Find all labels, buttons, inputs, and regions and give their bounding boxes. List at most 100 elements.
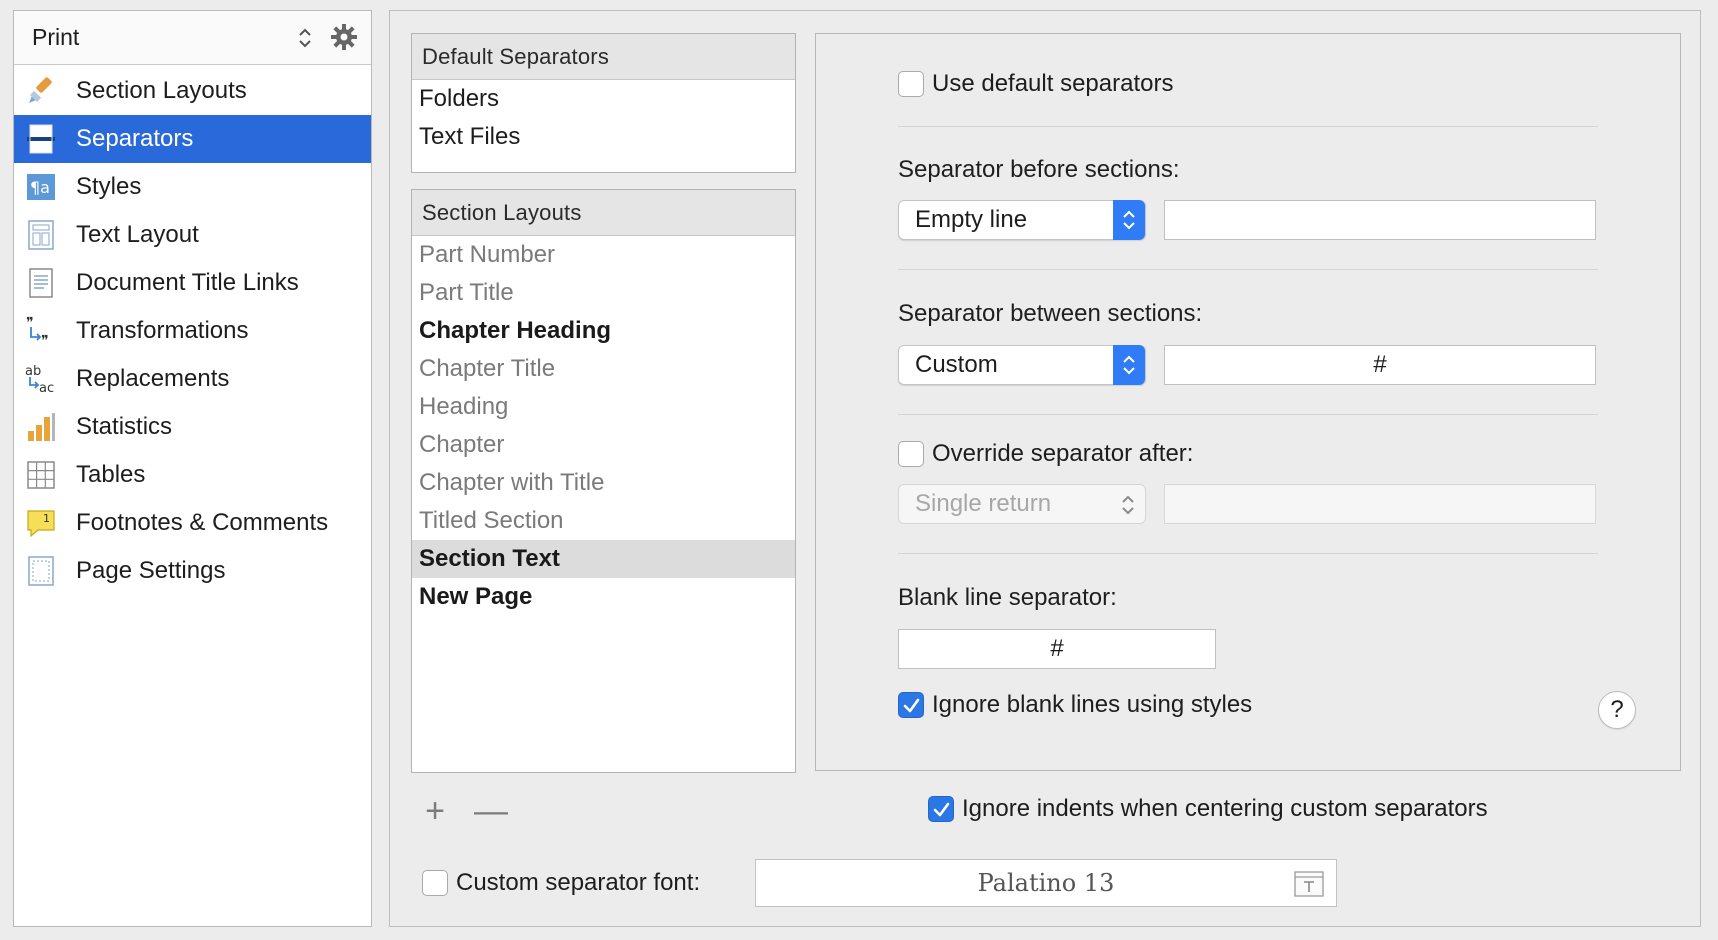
- list-item[interactable]: Chapter Heading: [412, 312, 795, 350]
- divider: [898, 553, 1598, 554]
- sidebar-item-transformations[interactable]: ❞ ❞ Transformations: [14, 307, 371, 355]
- separator-settings: Use default separators Separator before …: [815, 33, 1681, 771]
- ignore-blank-row: Ignore blank lines using styles: [898, 691, 1252, 719]
- sidebar-header: Print: [14, 11, 371, 65]
- chevron-updown-icon: [1122, 495, 1134, 515]
- up-down-chevron-icon[interactable]: [292, 25, 318, 51]
- section-layouts-list: Section Layouts Part Number Part Title C…: [411, 189, 796, 773]
- override-popup[interactable]: Single return: [898, 484, 1146, 524]
- sidebar-item-label: Tables: [76, 461, 146, 488]
- use-default-checkbox[interactable]: [898, 71, 924, 97]
- font-picker-icon[interactable]: [1294, 870, 1324, 898]
- before-field[interactable]: [1164, 200, 1596, 240]
- document-icon: [24, 266, 58, 300]
- override-checkbox[interactable]: [898, 441, 924, 467]
- between-field[interactable]: #: [1164, 345, 1596, 385]
- sidebar-list: Section Layouts Separators ¶a Styles Tex…: [14, 65, 371, 595]
- sidebar-item-label: Text Layout: [76, 221, 199, 248]
- list-item[interactable]: Chapter with Title: [412, 464, 795, 502]
- chevron-updown-icon: [1113, 200, 1145, 240]
- divider: [898, 269, 1598, 270]
- divider: [898, 126, 1598, 127]
- list-item[interactable]: Chapter: [412, 426, 795, 464]
- add-layout-button[interactable]: +: [420, 794, 450, 828]
- use-default-row: Use default separators: [898, 70, 1173, 98]
- main-panel: Default Separators Folders Text Files Se…: [389, 10, 1701, 927]
- default-separators-header: Default Separators: [412, 34, 795, 80]
- list-item[interactable]: Heading: [412, 388, 795, 426]
- replacements-icon: ab ac: [24, 362, 58, 396]
- gear-icon[interactable]: [330, 23, 358, 51]
- custom-font-label: Custom separator font:: [456, 869, 701, 896]
- override-field[interactable]: [1164, 484, 1596, 524]
- list-item[interactable]: New Page: [412, 578, 795, 616]
- list-item-selected[interactable]: Section Text: [412, 540, 795, 578]
- list-item[interactable]: Chapter Title: [412, 350, 795, 388]
- sidebar-item-label: Page Settings: [76, 557, 226, 584]
- statistics-icon: [24, 410, 58, 444]
- list-item[interactable]: Titled Section: [412, 502, 795, 540]
- sidebar-item-footnotes-comments[interactable]: 1 Footnotes & Comments: [14, 499, 371, 547]
- between-title: Separator between sections:: [898, 300, 1203, 327]
- sidebar-item-document-title-links[interactable]: Document Title Links: [14, 259, 371, 307]
- sidebar-item-label: Separators: [76, 125, 194, 152]
- ignore-indents-checkbox[interactable]: [928, 796, 954, 822]
- sidebar-item-label: Transformations: [76, 317, 249, 344]
- custom-font-checkbox[interactable]: [422, 870, 448, 896]
- before-popup[interactable]: Empty line: [898, 200, 1146, 240]
- chevron-updown-icon: [1113, 345, 1145, 385]
- footnote-icon: 1: [24, 506, 58, 540]
- use-default-label: Use default separators: [932, 70, 1174, 97]
- before-title: Separator before sections:: [898, 156, 1180, 183]
- sidebar-item-page-settings[interactable]: Page Settings: [14, 547, 371, 595]
- override-popup-value: Single return: [915, 490, 1052, 517]
- checkmark-icon: [903, 698, 920, 713]
- sidebar-item-label: Footnotes & Comments: [76, 509, 329, 536]
- styles-icon: ¶a: [24, 170, 58, 204]
- list-item[interactable]: Part Number: [412, 236, 795, 274]
- help-button[interactable]: ?: [1598, 691, 1636, 729]
- svg-text:ac: ac: [39, 381, 54, 395]
- sidebar-item-label: Styles: [76, 173, 142, 200]
- blank-field[interactable]: #: [898, 629, 1216, 669]
- sidebar-item-statistics[interactable]: Statistics: [14, 403, 371, 451]
- sidebar-item-label: Replacements: [76, 365, 230, 392]
- remove-layout-button[interactable]: —: [474, 794, 508, 828]
- between-popup-value: Custom: [915, 351, 998, 378]
- divider: [898, 414, 1598, 415]
- transformations-icon: ❞ ❞: [24, 314, 58, 348]
- text-layout-icon: [24, 218, 58, 252]
- custom-font-row: Custom separator font:: [422, 869, 700, 897]
- sidebar-item-section-layouts[interactable]: Section Layouts: [14, 67, 371, 115]
- svg-text:1: 1: [43, 512, 50, 525]
- list-tools: + —: [420, 794, 508, 828]
- sidebar-item-text-layout[interactable]: Text Layout: [14, 211, 371, 259]
- default-separators-list: Default Separators Folders Text Files: [411, 33, 796, 173]
- sidebar-item-styles[interactable]: ¶a Styles: [14, 163, 371, 211]
- sidebar-item-separators[interactable]: Separators: [14, 115, 371, 163]
- separators-icon: [24, 122, 58, 156]
- between-popup[interactable]: Custom: [898, 345, 1146, 385]
- section-layouts-header: Section Layouts: [412, 190, 795, 236]
- ignore-blank-checkbox[interactable]: [898, 692, 924, 718]
- list-item[interactable]: Text Files: [412, 118, 795, 156]
- override-row: Override separator after:: [898, 440, 1193, 468]
- svg-text:¶a: ¶a: [30, 178, 50, 197]
- before-popup-value: Empty line: [915, 206, 1028, 233]
- svg-text:❞: ❞: [41, 333, 49, 347]
- sidebar-item-label: Document Title Links: [76, 269, 299, 296]
- list-item[interactable]: Folders: [412, 80, 795, 118]
- format-selector[interactable]: Print: [32, 24, 79, 51]
- brush-icon: [24, 74, 58, 108]
- svg-text:ab: ab: [25, 364, 41, 379]
- sidebar-item-tables[interactable]: Tables: [14, 451, 371, 499]
- tables-icon: [24, 458, 58, 492]
- ignore-indents-label: Ignore indents when centering custom sep…: [962, 795, 1488, 822]
- sidebar-item-label: Statistics: [76, 413, 173, 440]
- font-field[interactable]: Palatino 13: [755, 859, 1337, 907]
- sidebar-item-replacements[interactable]: ab ac Replacements: [14, 355, 371, 403]
- ignore-indents-row: Ignore indents when centering custom sep…: [928, 795, 1488, 823]
- list-item[interactable]: Part Title: [412, 274, 795, 312]
- font-value: Palatino 13: [977, 869, 1115, 897]
- sidebar: Print Section Layouts Separators ¶a Styl…: [13, 10, 372, 927]
